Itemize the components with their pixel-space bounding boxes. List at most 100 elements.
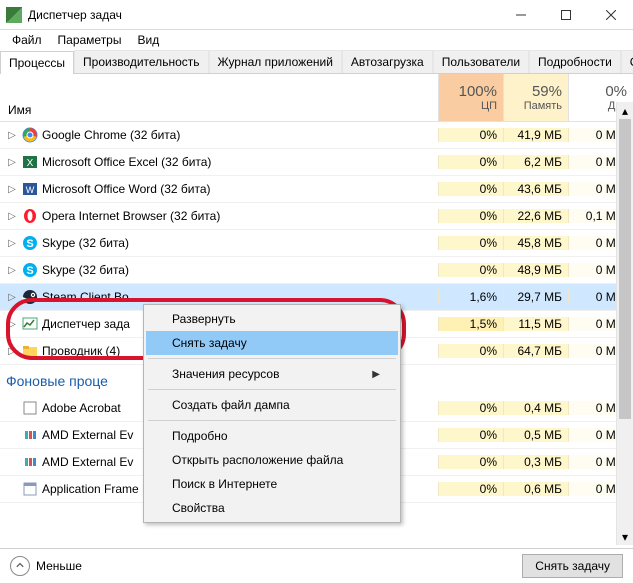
- process-name: Microsoft Office Excel (32 бита): [42, 155, 211, 169]
- ctx-separator: [148, 358, 396, 359]
- end-task-button[interactable]: Снять задачу: [522, 554, 623, 578]
- ctx-details[interactable]: Подробно: [146, 424, 398, 448]
- footer: Меньше Снять задачу: [0, 548, 633, 583]
- tab-apphistory[interactable]: Журнал приложений: [209, 50, 342, 73]
- fewer-details-button[interactable]: [10, 556, 30, 576]
- expand-icon[interactable]: ▷: [6, 130, 18, 141]
- mem-value: 64,7 МБ: [503, 344, 568, 358]
- ctx-search-online[interactable]: Поиск в Интернете: [146, 472, 398, 496]
- expand-icon[interactable]: ▷: [6, 184, 18, 195]
- chrome-icon: [22, 127, 38, 143]
- column-headers: Имя 100% ЦП 59% Память 0% Дис: [0, 74, 633, 122]
- mem-value: 45,8 МБ: [503, 236, 568, 250]
- submenu-arrow-icon: ▶: [372, 369, 380, 380]
- tab-services[interactable]: С: [621, 50, 633, 73]
- generic-app-icon: [22, 481, 38, 497]
- expand-icon[interactable]: ▷: [6, 346, 18, 357]
- cpu-pct: 100%: [459, 83, 497, 100]
- process-name: Диспетчер зада: [42, 317, 130, 331]
- explorer-icon: [22, 343, 38, 359]
- col-name[interactable]: Имя: [0, 74, 438, 121]
- ctx-separator: [148, 389, 396, 390]
- cpu-value: 0%: [438, 263, 503, 277]
- table-row[interactable]: ▷ W Microsoft Office Word (32 бита) 0% 4…: [0, 176, 633, 203]
- tab-startup[interactable]: Автозагрузка: [342, 50, 433, 73]
- process-name: AMD External Ev: [42, 455, 133, 469]
- mem-value: 29,7 МБ: [503, 290, 568, 304]
- mem-value: 48,9 МБ: [503, 263, 568, 277]
- adobe-icon: [22, 400, 38, 416]
- ctx-end-task[interactable]: Снять задачу: [146, 331, 398, 355]
- cpu-value: 0%: [438, 155, 503, 169]
- menu-view[interactable]: Вид: [129, 31, 167, 49]
- cpu-value: 0%: [438, 482, 503, 496]
- menu-params[interactable]: Параметры: [50, 31, 130, 49]
- svg-text:W: W: [26, 185, 35, 195]
- scroll-thumb[interactable]: [619, 119, 631, 419]
- process-name: Steam Client Bo: [42, 290, 129, 304]
- mem-value: 0,5 МБ: [503, 428, 568, 442]
- table-row[interactable]: ▷ S Skype (32 бита) 0% 45,8 МБ 0 МБ/: [0, 230, 633, 257]
- cpu-value: 0%: [438, 182, 503, 196]
- ctx-label: Развернуть: [172, 312, 236, 326]
- expand-icon[interactable]: ▷: [6, 265, 18, 276]
- tab-performance[interactable]: Производительность: [74, 50, 208, 73]
- process-name: Opera Internet Browser (32 бита): [42, 209, 220, 223]
- svg-text:S: S: [26, 238, 33, 250]
- scroll-up-icon[interactable]: ▴: [617, 102, 633, 119]
- ctx-label: Значения ресурсов: [172, 367, 279, 381]
- cpu-value: 1,6%: [438, 290, 503, 304]
- maximize-button[interactable]: [543, 0, 588, 30]
- disk-pct: 0%: [605, 83, 627, 100]
- mem-pct: 59%: [532, 83, 562, 100]
- col-cpu[interactable]: 100% ЦП: [438, 74, 503, 121]
- ctx-expand[interactable]: Развернуть: [146, 307, 398, 331]
- opera-icon: [22, 208, 38, 224]
- close-button[interactable]: [588, 0, 633, 30]
- table-row[interactable]: ▷ S Skype (32 бита) 0% 48,9 МБ 0 МБ/: [0, 257, 633, 284]
- vertical-scrollbar[interactable]: ▴ ▾: [616, 102, 633, 545]
- ctx-label: Снять задачу: [172, 336, 247, 350]
- mem-value: 43,6 МБ: [503, 182, 568, 196]
- ctx-dump[interactable]: Создать файл дампа: [146, 393, 398, 417]
- expand-icon[interactable]: ▷: [6, 157, 18, 168]
- cpu-value: 0%: [438, 428, 503, 442]
- ctx-label: Открыть расположение файла: [172, 453, 343, 467]
- amd-icon: [22, 454, 38, 470]
- tab-users[interactable]: Пользователи: [433, 50, 529, 73]
- taskmgr-icon: [22, 316, 38, 332]
- mem-value: 6,2 МБ: [503, 155, 568, 169]
- minimize-button[interactable]: [498, 0, 543, 30]
- ctx-open-location[interactable]: Открыть расположение файла: [146, 448, 398, 472]
- mem-label: Память: [524, 100, 562, 112]
- expand-icon[interactable]: ▷: [6, 211, 18, 222]
- ctx-resources[interactable]: Значения ресурсов ▶: [146, 362, 398, 386]
- expand-icon[interactable]: ▷: [6, 319, 18, 330]
- process-name: Skype (32 бита): [42, 236, 129, 250]
- process-name: Microsoft Office Word (32 бита): [42, 182, 211, 196]
- expand-icon[interactable]: ▷: [6, 292, 18, 303]
- skype-icon: S: [22, 262, 38, 278]
- tab-details[interactable]: Подробности: [529, 50, 621, 73]
- ctx-properties[interactable]: Свойства: [146, 496, 398, 520]
- mem-value: 0,4 МБ: [503, 401, 568, 415]
- mem-value: 0,6 МБ: [503, 482, 568, 496]
- table-row[interactable]: ▷ X Microsoft Office Excel (32 бита) 0% …: [0, 149, 633, 176]
- ctx-label: Создать файл дампа: [172, 398, 290, 412]
- tab-processes[interactable]: Процессы: [0, 51, 74, 74]
- mem-value: 0,3 МБ: [503, 455, 568, 469]
- app-icon: [6, 7, 22, 23]
- word-icon: W: [22, 181, 38, 197]
- steam-icon: [22, 289, 38, 305]
- expand-icon[interactable]: ▷: [6, 238, 18, 249]
- ctx-label: Поиск в Интернете: [172, 477, 277, 491]
- menu-file[interactable]: Файл: [4, 31, 50, 49]
- mem-value: 11,5 МБ: [503, 317, 568, 331]
- svg-text:S: S: [26, 265, 33, 277]
- col-memory[interactable]: 59% Память: [503, 74, 568, 121]
- table-row[interactable]: ▷ Opera Internet Browser (32 бита) 0% 22…: [0, 203, 633, 230]
- scroll-down-icon[interactable]: ▾: [617, 528, 633, 545]
- ctx-separator: [148, 420, 396, 421]
- table-row[interactable]: ▷ Google Chrome (32 бита) 0% 41,9 МБ 0 М…: [0, 122, 633, 149]
- excel-icon: X: [22, 154, 38, 170]
